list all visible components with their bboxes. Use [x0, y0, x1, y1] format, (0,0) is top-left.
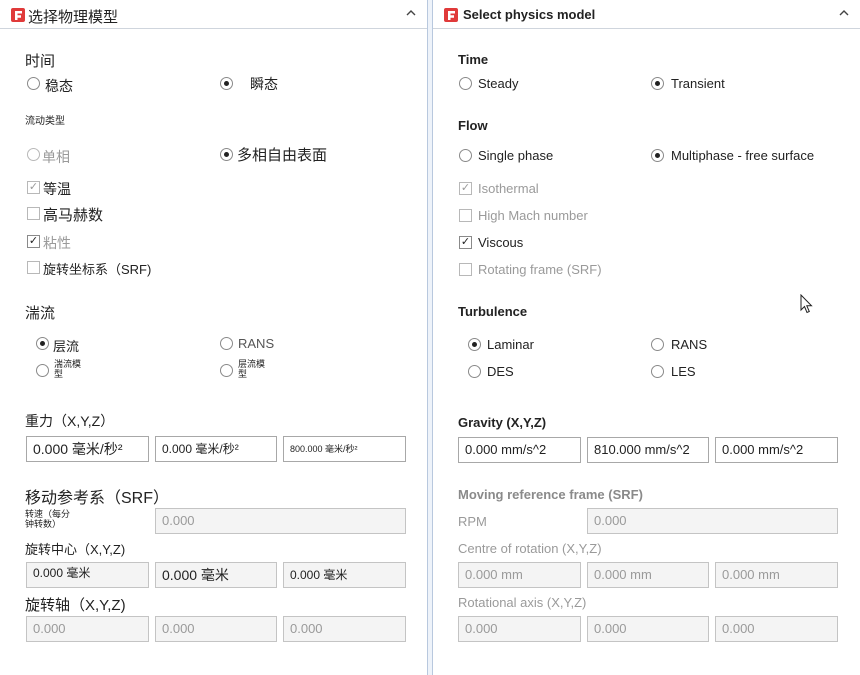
- rans-radio[interactable]: [220, 337, 233, 350]
- laminar-radio[interactable]: [36, 337, 49, 350]
- right-panel-header[interactable]: Select physics model: [433, 0, 860, 29]
- rotating-frame-label: 旋转坐标系（SRF): [43, 262, 152, 277]
- multiphase-radio[interactable]: [220, 148, 233, 161]
- single-phase-label: 单相: [42, 149, 70, 165]
- rans-label: RANS: [238, 336, 275, 351]
- rans-label: RANS: [671, 337, 708, 352]
- transient-label: Transient: [671, 76, 725, 91]
- laminar-radio[interactable]: [468, 338, 481, 351]
- turbulence-model-label: 湍流模 型: [54, 359, 82, 379]
- time-heading: 时间: [25, 53, 56, 70]
- center-x-field[interactable]: 0.000 mm: [458, 562, 581, 588]
- viscous-checkbox[interactable]: ✓: [459, 236, 472, 249]
- les-radio[interactable]: [651, 365, 664, 378]
- gravity-z-field[interactable]: 0.000 mm/s^2: [715, 437, 838, 463]
- single-phase-radio[interactable]: [27, 148, 40, 161]
- des-radio[interactable]: [468, 365, 481, 378]
- gravity-y-field[interactable]: 0.000 毫米/秒²: [155, 436, 277, 462]
- center-y-field[interactable]: 0.000 mm: [587, 562, 709, 588]
- laminar-model-label: 层流模 型: [238, 359, 266, 379]
- panel-title: 选择物理模型: [28, 9, 119, 26]
- isothermal-checkbox[interactable]: ✓: [27, 181, 40, 194]
- app-logo-icon: [11, 8, 25, 22]
- isothermal-label: Isothermal: [478, 181, 539, 196]
- axis-x-field[interactable]: 0.000: [26, 616, 149, 642]
- panel-title: Select physics model: [463, 7, 596, 22]
- rpm-field[interactable]: 0.000: [155, 508, 406, 534]
- mrf-heading: Moving reference frame (SRF): [458, 487, 643, 502]
- flow-heading: Flow: [458, 118, 488, 133]
- mouse-pointer-icon: [800, 294, 813, 314]
- transient-label: 瞬态: [250, 76, 278, 92]
- rans-radio[interactable]: [651, 338, 664, 351]
- high-mach-checkbox[interactable]: [27, 207, 40, 220]
- steady-radio[interactable]: [459, 77, 472, 90]
- multiphase-radio[interactable]: [651, 149, 664, 162]
- multiphase-label: 多相自由表面: [237, 147, 328, 164]
- steady-label: 稳态: [45, 78, 73, 94]
- axis-x-field[interactable]: 0.000: [458, 616, 581, 642]
- isothermal-label: 等温: [43, 181, 71, 197]
- center-x-field[interactable]: 0.000 毫米: [26, 562, 149, 588]
- turbulence-model-radio[interactable]: [36, 364, 49, 377]
- isothermal-checkbox[interactable]: ✓: [459, 182, 472, 195]
- steady-label: Steady: [478, 76, 519, 91]
- center-y-field[interactable]: 0.000 毫米: [155, 562, 277, 588]
- flow-heading: 流动类型: [25, 116, 65, 127]
- left-panel-header[interactable]: 选择物理模型: [0, 0, 427, 29]
- rpm-field[interactable]: 0.000: [587, 508, 838, 534]
- right-physics-panel: Select physics model Time Steady Transie…: [433, 0, 860, 675]
- transient-radio[interactable]: [651, 77, 664, 90]
- left-physics-panel: 选择物理模型 时间 稳态 瞬态 流动类型 单相 多相自由表面 ✓ 等温 高马赫数…: [0, 0, 427, 675]
- rotating-frame-checkbox[interactable]: [459, 263, 472, 276]
- rotating-frame-label: Rotating frame (SRF): [478, 262, 602, 277]
- steady-radio[interactable]: [27, 77, 40, 90]
- turbulence-heading: 湍流: [25, 305, 56, 322]
- gravity-heading: Gravity (X,Y,Z): [458, 415, 547, 430]
- rotational-axis-label: 旋转轴（X,Y,Z): [25, 597, 126, 614]
- viscous-label: 粘性: [43, 235, 71, 251]
- gravity-heading: 重力（X,Y,Z）: [25, 413, 115, 429]
- time-heading: Time: [458, 52, 489, 67]
- center-z-field[interactable]: 0.000 毫米: [283, 562, 406, 588]
- les-label: LES: [671, 364, 696, 379]
- high-mach-label: 高马赫数: [43, 207, 104, 224]
- laminar-label: Laminar: [487, 337, 534, 352]
- turbulence-heading: Turbulence: [458, 304, 528, 319]
- multiphase-label: Multiphase - free surface: [671, 148, 815, 163]
- transient-radio[interactable]: [220, 77, 233, 90]
- center-of-rotation-label: 旋转中心（X,Y,Z): [25, 542, 126, 557]
- laminar-model-radio[interactable]: [220, 364, 233, 377]
- gravity-x-field[interactable]: 0.000 毫米/秒²: [26, 436, 149, 462]
- gravity-x-field[interactable]: 0.000 mm/s^2: [458, 437, 581, 463]
- viscous-label: Viscous: [478, 235, 524, 250]
- axis-z-field[interactable]: 0.000: [283, 616, 406, 642]
- rotational-axis-label: Rotational axis (X,Y,Z): [458, 595, 587, 610]
- rotating-frame-checkbox[interactable]: [27, 261, 40, 274]
- laminar-label: 层流: [53, 339, 80, 354]
- viscous-checkbox[interactable]: ✓: [27, 235, 40, 248]
- center-z-field[interactable]: 0.000 mm: [715, 562, 838, 588]
- gravity-y-field[interactable]: 810.000 mm/s^2: [587, 437, 709, 463]
- rpm-label: RPM: [458, 514, 487, 529]
- chevron-up-icon[interactable]: [838, 7, 850, 19]
- high-mach-checkbox[interactable]: [459, 209, 472, 222]
- axis-y-field[interactable]: 0.000: [587, 616, 709, 642]
- app-logo-icon: [444, 8, 458, 22]
- single-phase-radio[interactable]: [459, 149, 472, 162]
- rpm-label: 转速（每分 钟转数）: [25, 509, 71, 529]
- high-mach-label: High Mach number: [478, 208, 588, 223]
- chevron-up-icon[interactable]: [405, 7, 417, 19]
- axis-y-field[interactable]: 0.000: [155, 616, 277, 642]
- des-label: DES: [487, 364, 514, 379]
- axis-z-field[interactable]: 0.000: [715, 616, 838, 642]
- mrf-heading: 移动参考系（SRF）: [25, 490, 170, 507]
- center-of-rotation-label: Centre of rotation (X,Y,Z): [458, 541, 602, 556]
- gravity-z-field[interactable]: 800.000 毫米/秒²: [283, 436, 406, 462]
- single-phase-label: Single phase: [478, 148, 554, 163]
